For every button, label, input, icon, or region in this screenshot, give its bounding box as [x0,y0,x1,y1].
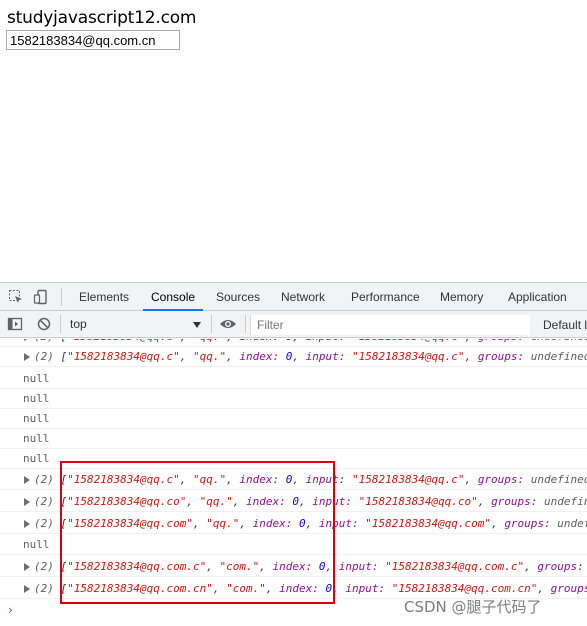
email-input[interactable] [6,30,180,50]
console-prompt-icon[interactable]: › [8,603,13,617]
toolbar-divider [60,315,61,333]
tab-application[interactable]: Application [508,283,567,310]
tab-sources[interactable]: Sources [216,283,260,310]
clear-console-icon[interactable] [36,316,52,332]
page-heading: studyjavascript12.com [7,8,197,28]
eye-icon[interactable] [219,316,237,332]
devtools-tabbar: Elements Console Sources Network Perform… [0,283,587,311]
console-row-null: null [0,369,587,389]
tab-network[interactable]: Network [281,283,325,310]
inspect-element-icon[interactable] [8,289,24,305]
context-select-value: top [70,317,87,331]
tab-elements[interactable]: Elements [79,283,129,310]
tab-memory[interactable]: Memory [440,283,483,310]
console-row: (2) ["1582183834@qq.c", "qq.", index: 0,… [0,339,587,347]
expand-triangle-icon[interactable] [24,563,30,571]
console-toolbar: top Filter Default l [0,311,587,338]
chevron-down-icon [193,322,201,328]
console-row-null: null [0,429,587,449]
expand-triangle-icon[interactable] [24,339,30,341]
expand-triangle-icon[interactable] [24,585,30,593]
expand-triangle-icon[interactable] [24,353,30,361]
sidebar-toggle-icon[interactable] [7,316,23,332]
toolbar-divider [211,315,212,333]
expand-triangle-icon[interactable] [24,476,30,484]
console-row-null: null [0,409,587,429]
log-levels-dropdown[interactable]: Default l [543,315,587,335]
toolbar-divider [61,288,62,306]
expand-triangle-icon[interactable] [24,520,30,528]
console-row: (2) ["1582183834@qq.c", "qq.", index: 0,… [0,347,587,367]
console-row-null: null [0,389,587,409]
toolbar-divider [245,315,246,333]
tab-console[interactable]: Console [142,283,204,311]
filter-input[interactable]: Filter [250,315,530,335]
context-select[interactable]: top [64,315,206,334]
expand-triangle-icon[interactable] [24,498,30,506]
watermark: CSDN @腿子代码了 [404,598,542,616]
tab-performance[interactable]: Performance [351,283,420,310]
device-toolbar-icon[interactable] [33,289,49,305]
annotation-highlight-box [60,461,335,604]
